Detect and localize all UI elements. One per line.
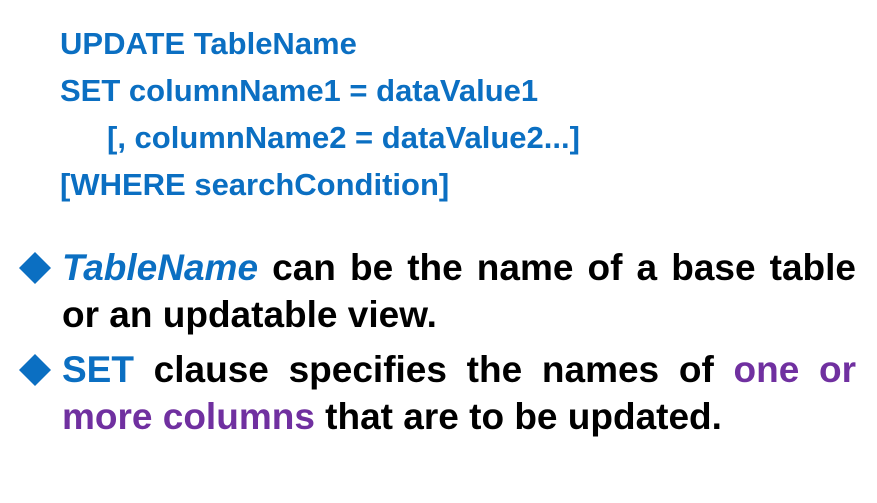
bullet-text-before: clause specifies the names of: [133, 349, 734, 390]
code-line-update: UPDATE TableName: [60, 26, 357, 61]
code-line-set: SET columnName1 = dataValue1: [60, 73, 539, 108]
bullet-tablename: TableName can be the name of a base tabl…: [0, 244, 877, 338]
code-line-additional-column: [, columnName2 = dataValue2...]: [107, 120, 580, 155]
bullet-list: TableName can be the name of a base tabl…: [0, 244, 877, 440]
bullet-term: SET: [62, 349, 134, 390]
diamond-icon: [19, 354, 51, 386]
code-line-where: [WHERE searchCondition]: [60, 167, 450, 202]
diamond-icon: [19, 252, 51, 284]
bullet-set: SET clause specifies the names of one or…: [0, 346, 877, 440]
bullet-text-after: that are to be updated.: [314, 396, 722, 437]
bullet-term: TableName: [62, 247, 259, 288]
sql-syntax-block: UPDATE TableName SET columnName1 = dataV…: [60, 20, 580, 208]
